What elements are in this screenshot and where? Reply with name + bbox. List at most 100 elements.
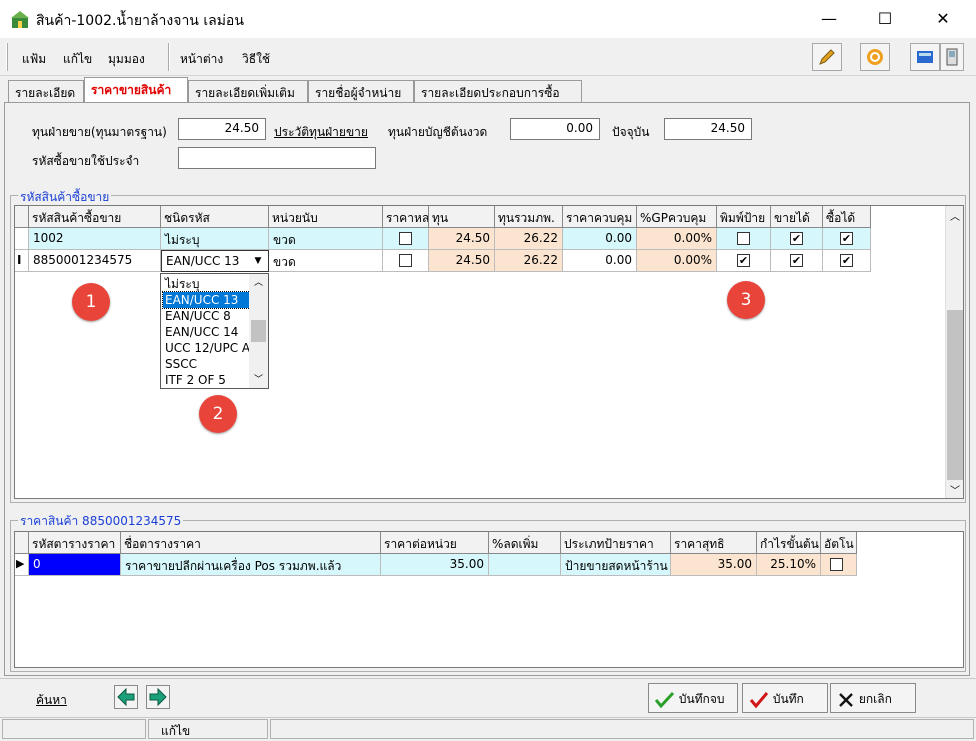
table-row-label-type[interactable]: ป้ายขายสดหน้าร้าน — [561, 554, 671, 576]
auto-checkbox[interactable] — [830, 558, 843, 571]
calculator-icon[interactable] — [910, 43, 940, 71]
col-control-price[interactable]: ราคาควบคุม — [563, 206, 637, 228]
scroll-up-icon[interactable]: ︿ — [946, 208, 964, 224]
col-auto[interactable]: อัตโน — [821, 532, 857, 554]
chevron-down-icon[interactable]: ▼ — [250, 253, 266, 269]
dropdown-option-selected[interactable]: EAN/UCC 13 — [162, 291, 251, 309]
col-unit[interactable]: หน่วยนับ — [269, 206, 383, 228]
table-row-2-unit[interactable]: ขวด — [269, 250, 383, 272]
scroll-down-icon[interactable]: ﹀ — [249, 372, 268, 386]
menu-help[interactable]: วิธีใช้ — [242, 50, 270, 69]
maximize-button[interactable]: ☐ — [862, 4, 908, 34]
table-row-1-cost[interactable]: 24.50 — [429, 228, 495, 250]
opening-cost-field[interactable]: 0.00 — [510, 118, 600, 140]
table-row-name[interactable]: ราคาขายปลีกผ่านเครื่อง Pos รวมภพ.แล้ว — [121, 554, 381, 576]
row-indicator-current[interactable]: ▶ — [15, 554, 29, 576]
close-button[interactable]: ✕ — [920, 4, 966, 34]
col-code-type[interactable]: ชนิดรหัส — [161, 206, 269, 228]
minimize-button[interactable]: — — [806, 4, 852, 34]
table-row-unit-price[interactable]: 35.00 — [381, 554, 489, 576]
barcode-grid-scrollbar[interactable]: ︿ ﹀ — [945, 206, 963, 498]
sell-checkbox[interactable]: ✔ — [790, 232, 803, 245]
col-label-type[interactable]: ประเภทป้ายราคา — [561, 532, 671, 554]
tab-more-details[interactable]: รายละเอียดเพิ่มเติม — [188, 80, 308, 102]
table-row-2-cost[interactable]: 24.50 — [429, 250, 495, 272]
default-code-field[interactable] — [178, 147, 376, 169]
current-cost-field[interactable]: 24.50 — [664, 118, 752, 140]
table-row-1-cost-vat[interactable]: 26.22 — [495, 228, 563, 250]
col-net-price[interactable]: ราคาสุทธิ — [671, 532, 757, 554]
table-row-1-gp[interactable]: 0.00% — [637, 228, 717, 250]
col-discount[interactable]: %ลดเพิ่ม — [489, 532, 561, 554]
menu-view[interactable]: มุมมอง — [108, 50, 145, 69]
prev-arrow-icon[interactable] — [114, 685, 138, 709]
table-row-discount[interactable] — [489, 554, 561, 576]
dropdown-option[interactable]: EAN/UCC 8 — [163, 308, 250, 324]
tab-selling-price[interactable]: ราคาขายสินค้า — [84, 77, 188, 103]
table-row-2-gp[interactable]: 0.00% — [637, 250, 717, 272]
table-row-2-code[interactable]: 8850001234575 — [29, 250, 161, 272]
col-price-table-name[interactable]: ชื่อตารางราคา — [121, 532, 381, 554]
tab-suppliers[interactable]: รายชื่อผู้จำหน่าย — [308, 80, 414, 102]
col-buy[interactable]: ซื้อได้ — [823, 206, 871, 228]
table-row-auto[interactable] — [821, 554, 857, 576]
table-row-1-type[interactable]: ไม่ระบุ — [161, 228, 269, 250]
dropdown-option[interactable]: ไม่ระบุ — [163, 276, 250, 292]
table-row-1-print[interactable] — [717, 228, 771, 250]
next-arrow-icon[interactable] — [146, 685, 170, 709]
dropdown-option[interactable]: UCC 12/UPC A — [163, 340, 250, 356]
table-row-1-control-price[interactable]: 0.00 — [563, 228, 637, 250]
col-cost-vat[interactable]: ทุนรวมภพ. — [495, 206, 563, 228]
table-row-2-print[interactable]: ✔ — [717, 250, 771, 272]
menu-edit[interactable]: แก้ไข — [63, 50, 92, 69]
scroll-thumb[interactable] — [947, 310, 963, 480]
table-row-2-control-price[interactable]: 0.00 — [563, 250, 637, 272]
scroll-down-icon[interactable]: ﹀ — [946, 482, 964, 498]
dropdown-scrollbar[interactable]: ︿ ﹀ — [249, 274, 268, 388]
print-checkbox[interactable] — [737, 232, 750, 245]
table-row-code[interactable]: 0 — [29, 554, 121, 576]
col-print[interactable]: พิมพ์ป้าย — [717, 206, 771, 228]
col-price-table-code[interactable]: รหัสตารางราคา — [29, 532, 121, 554]
main-price-checkbox[interactable] — [399, 254, 412, 267]
table-row-2-sell[interactable]: ✔ — [771, 250, 823, 272]
tab-purchase-details[interactable]: รายละเอียดประกอบการซื้อ — [414, 80, 582, 102]
col-main-price[interactable]: ราคาหล — [383, 206, 429, 228]
table-row-1-sell[interactable]: ✔ — [771, 228, 823, 250]
code-type-combobox[interactable]: EAN/UCC 13 ▼ — [161, 250, 269, 272]
col-unit-price[interactable]: ราคาต่อหน่วย — [381, 532, 489, 554]
std-cost-field[interactable]: 24.50 — [178, 118, 266, 140]
buy-checkbox[interactable]: ✔ — [840, 232, 853, 245]
row-indicator-edit[interactable]: I — [15, 250, 29, 272]
save-button[interactable]: บันทึก — [742, 683, 828, 713]
dropdown-option[interactable]: ITF 2 OF 5 — [163, 372, 250, 388]
table-row-1-unit[interactable]: ขวด — [269, 228, 383, 250]
col-barcode[interactable]: รหัสสินค้าซื้อขาย — [29, 206, 161, 228]
main-price-checkbox[interactable] — [399, 232, 412, 245]
dropdown-option[interactable]: SSCC — [163, 356, 250, 372]
col-cost[interactable]: ทุน — [429, 206, 495, 228]
phone-icon[interactable] — [940, 43, 964, 71]
scroll-thumb[interactable] — [251, 320, 266, 342]
menu-file[interactable]: แฟ้ม — [22, 50, 46, 69]
menu-window[interactable]: หน้าต่าง — [180, 50, 223, 69]
target-icon[interactable] — [860, 43, 890, 71]
print-checkbox[interactable]: ✔ — [737, 254, 750, 267]
cost-history-link[interactable]: ประวัติทุนฝ่ายขาย — [274, 123, 368, 142]
col-gp[interactable]: %GPควบคุม — [637, 206, 717, 228]
tab-details[interactable]: รายละเอียด — [8, 80, 84, 102]
table-row-2-main-price[interactable] — [383, 250, 429, 272]
cancel-button[interactable]: ยกเลิก — [830, 683, 916, 713]
code-type-dropdown[interactable]: ไม่ระบุ EAN/UCC 13 EAN/UCC 8 EAN/UCC 14 … — [160, 273, 269, 389]
scroll-up-icon[interactable]: ︿ — [249, 275, 268, 289]
table-row-2-cost-vat[interactable]: 26.22 — [495, 250, 563, 272]
table-row-1-code[interactable]: 1002 — [29, 228, 161, 250]
row-indicator[interactable] — [15, 228, 29, 250]
table-row-2-buy[interactable]: ✔ — [823, 250, 871, 272]
col-sell[interactable]: ขายได้ — [771, 206, 823, 228]
dropdown-option[interactable]: EAN/UCC 14 — [163, 324, 250, 340]
sell-checkbox[interactable]: ✔ — [790, 254, 803, 267]
save-close-button[interactable]: บันทึกจบ — [648, 683, 738, 713]
buy-checkbox[interactable]: ✔ — [840, 254, 853, 267]
table-row-net-price[interactable]: 35.00 — [671, 554, 757, 576]
